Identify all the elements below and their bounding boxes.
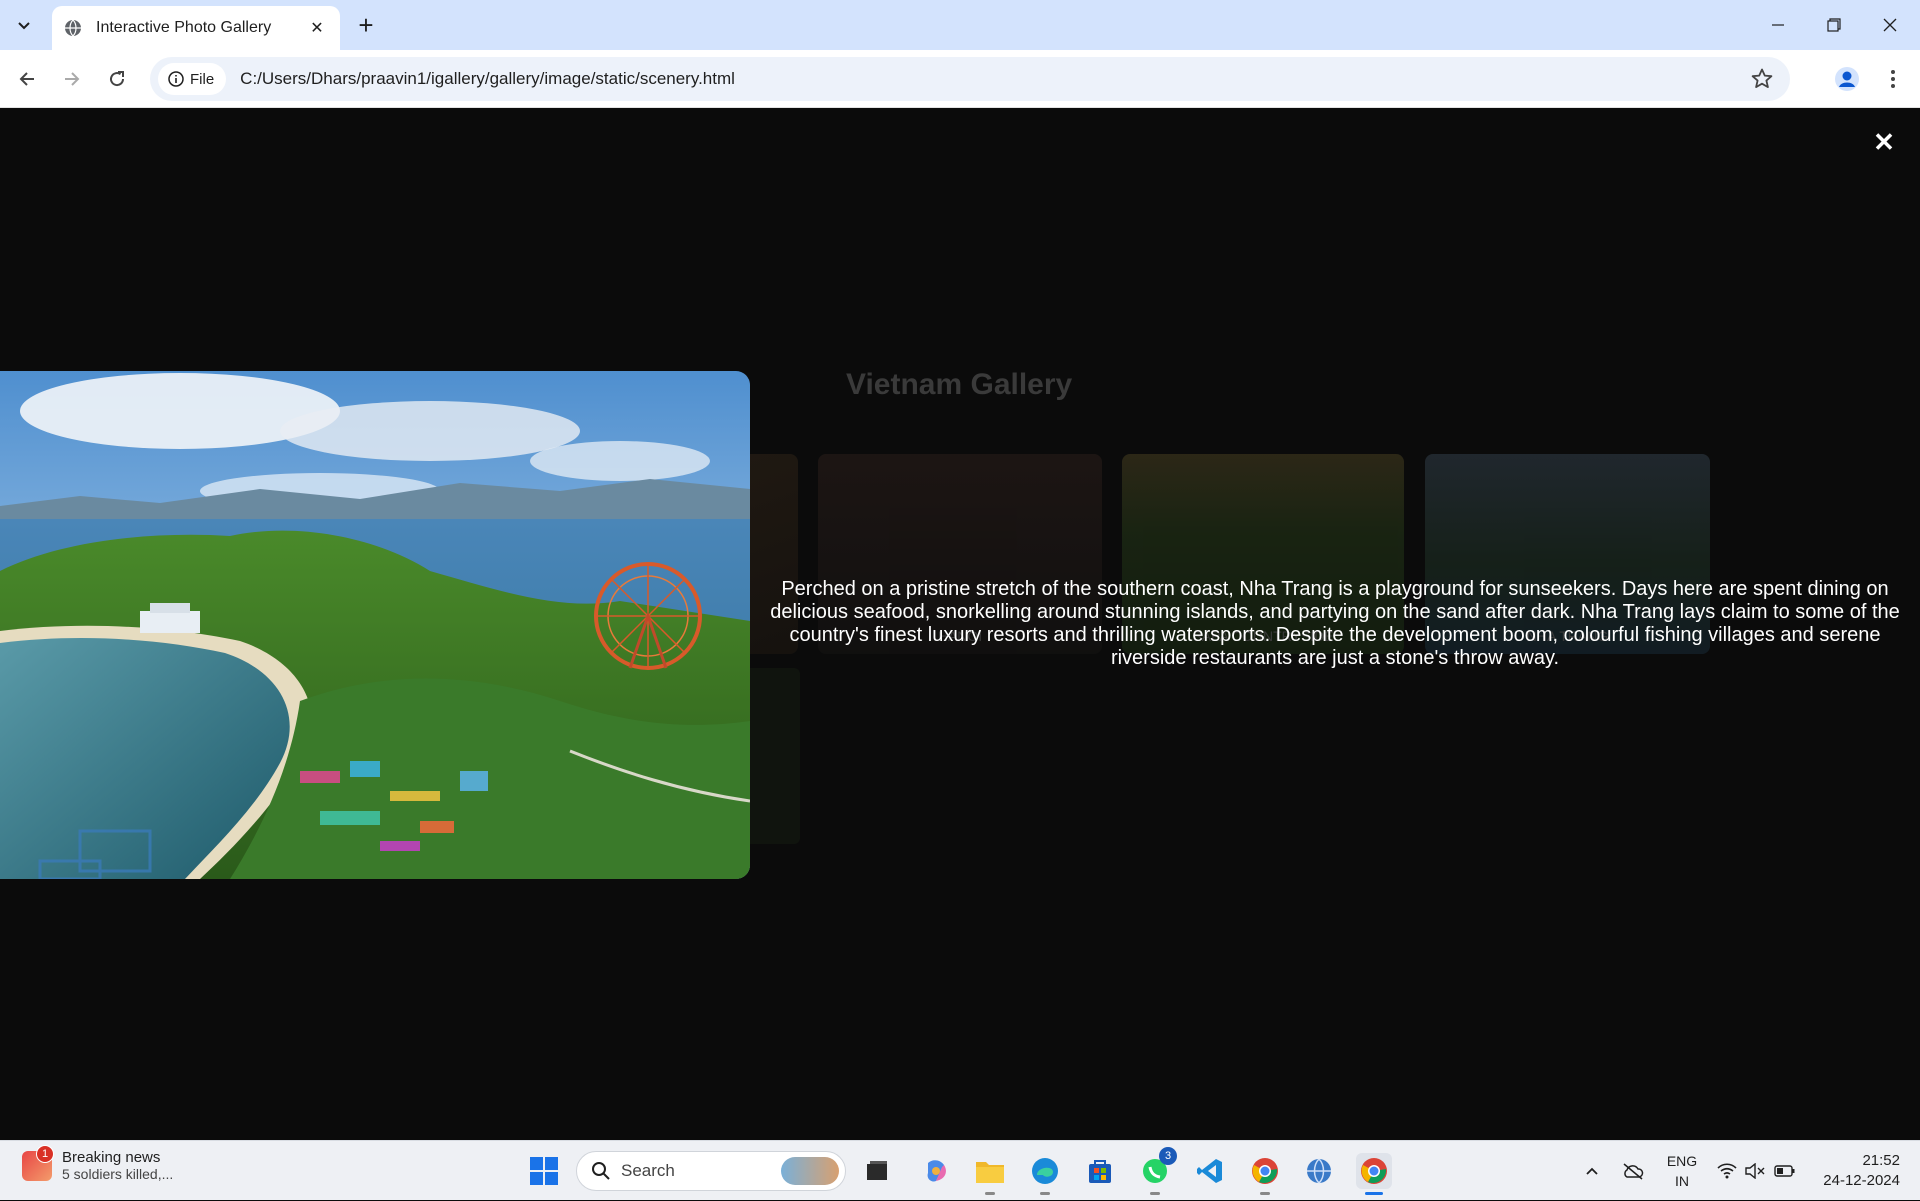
- globe-icon: [1307, 1158, 1331, 1184]
- person-icon: [1835, 67, 1859, 91]
- tab-search-button[interactable]: [8, 9, 40, 41]
- system-clock[interactable]: 21:52 24-12-2024: [1810, 1151, 1900, 1191]
- tray-overflow-button[interactable]: [1582, 1141, 1602, 1201]
- news-icon: 1: [22, 1144, 54, 1181]
- window-close-button[interactable]: [1862, 0, 1918, 50]
- new-tab-button[interactable]: +: [350, 9, 382, 41]
- edge-button[interactable]: [1027, 1153, 1063, 1195]
- input-language[interactable]: ENG IN: [1662, 1151, 1702, 1191]
- copilot-icon: [927, 1160, 946, 1182]
- battery-status[interactable]: [1774, 1141, 1796, 1201]
- tab-close-icon[interactable]: ✕: [306, 17, 328, 39]
- windows-taskbar: 1 Breaking news 5 soldiers killed,... Se…: [0, 1140, 1920, 1200]
- restore-button[interactable]: [1806, 0, 1862, 50]
- bookmark-star-icon[interactable]: [1750, 67, 1774, 91]
- tab-active[interactable]: Interactive Photo Gallery ✕: [52, 6, 340, 50]
- site-chip-label: File: [190, 70, 215, 88]
- whatsapp-button[interactable]: 3: [1137, 1147, 1177, 1195]
- close-icon: ✕: [1873, 126, 1895, 157]
- wifi-status[interactable]: [1716, 1141, 1738, 1201]
- running-indicator: [1260, 1192, 1270, 1195]
- chevron-down-icon: [18, 22, 30, 30]
- close-icon: [1883, 18, 1897, 32]
- clock-date: 24-12-2024: [1823, 1172, 1900, 1189]
- file-explorer-button[interactable]: [972, 1153, 1008, 1195]
- tab-strip: Interactive Photo Gallery ✕ +: [0, 0, 1920, 50]
- gallery-title: Vietnam Gallery: [846, 368, 1073, 401]
- windows-logo-icon: [530, 1157, 558, 1185]
- lightbox-image: [0, 371, 750, 879]
- globe-app-button[interactable]: [1301, 1153, 1337, 1189]
- news-badge: 1: [36, 1144, 54, 1163]
- running-indicator: [1040, 1192, 1050, 1195]
- address-bar[interactable]: File C:/Users/Dhars/praavin1/igallery/ga…: [150, 57, 1790, 101]
- browser-toolbar: File C:/Users/Dhars/praavin1/igallery/ga…: [0, 50, 1920, 108]
- forward-button[interactable]: [54, 61, 90, 97]
- news-widget[interactable]: 1 Breaking news 5 soldiers killed,...: [22, 1144, 174, 1182]
- cloud-off-icon: [1623, 1163, 1644, 1180]
- volume-mute-icon: [1745, 1163, 1765, 1179]
- profile-avatar[interactable]: [1830, 62, 1864, 96]
- news-subtitle: 5 soldiers killed,...: [62, 1166, 174, 1182]
- chrome-active-button[interactable]: [1356, 1153, 1392, 1195]
- copilot-button[interactable]: [918, 1153, 954, 1189]
- more-vertical-icon: [1891, 70, 1895, 88]
- running-indicator: [1365, 1192, 1383, 1195]
- site-info-chip[interactable]: File: [158, 63, 227, 95]
- globe-icon: [65, 19, 81, 37]
- folder-icon: [976, 1162, 1004, 1183]
- clock-time: 21:52: [1862, 1152, 1900, 1169]
- minimize-button[interactable]: [1750, 0, 1806, 50]
- tab-title: Interactive Photo Gallery: [96, 19, 272, 36]
- battery-icon: [1774, 1165, 1795, 1177]
- chrome-button[interactable]: [1247, 1153, 1283, 1195]
- url-text[interactable]: C:/Users/Dhars/praavin1/igallery/gallery…: [240, 69, 735, 89]
- store-button[interactable]: [1082, 1153, 1118, 1189]
- lightbox-close-button[interactable]: ✕: [1870, 126, 1898, 157]
- chevron-up-icon: [1586, 1167, 1598, 1175]
- store-icon: [1089, 1160, 1111, 1183]
- edge-icon: [1032, 1158, 1058, 1184]
- onedrive-status[interactable]: [1620, 1141, 1646, 1201]
- browser-menu-button[interactable]: [1876, 62, 1910, 96]
- arrow-left-icon: [19, 72, 34, 86]
- search-icon: [592, 1162, 610, 1180]
- search-highlight-image: [781, 1157, 839, 1185]
- minimize-icon: [1772, 24, 1784, 26]
- whatsapp-badge: 3: [1159, 1147, 1177, 1165]
- vscode-icon: [1197, 1159, 1222, 1183]
- reload-icon: [110, 71, 125, 87]
- chrome-icon: [1252, 1158, 1278, 1184]
- vscode-button[interactable]: [1192, 1153, 1228, 1189]
- start-button[interactable]: [526, 1153, 562, 1189]
- page-viewport: Vietnam Gallery HANOI SAPA COUNTRYSIDE N…: [0, 108, 1920, 1140]
- nha-trang-photo: [0, 371, 750, 879]
- restore-icon: [1827, 18, 1841, 32]
- task-view-icon: [867, 1161, 887, 1180]
- task-view-button[interactable]: [859, 1153, 895, 1189]
- news-title: Breaking news: [62, 1149, 161, 1166]
- back-button[interactable]: [9, 61, 45, 97]
- taskbar-search[interactable]: Search: [576, 1151, 846, 1191]
- chrome-icon: [1361, 1158, 1387, 1184]
- running-indicator: [985, 1192, 995, 1195]
- lang-line2: IN: [1675, 1173, 1689, 1189]
- volume-status[interactable]: [1744, 1141, 1766, 1201]
- info-icon: [168, 71, 184, 87]
- running-indicator: [1150, 1192, 1160, 1195]
- search-placeholder: Search: [621, 1161, 675, 1180]
- ferris-wheel: [594, 562, 702, 670]
- lang-line1: ENG: [1666, 1153, 1698, 1169]
- reload-button[interactable]: [99, 61, 135, 97]
- wifi-icon: [1717, 1163, 1737, 1179]
- lightbox-caption: Perched on a pristine stretch of the sou…: [770, 578, 1900, 669]
- arrow-right-icon: [65, 72, 80, 86]
